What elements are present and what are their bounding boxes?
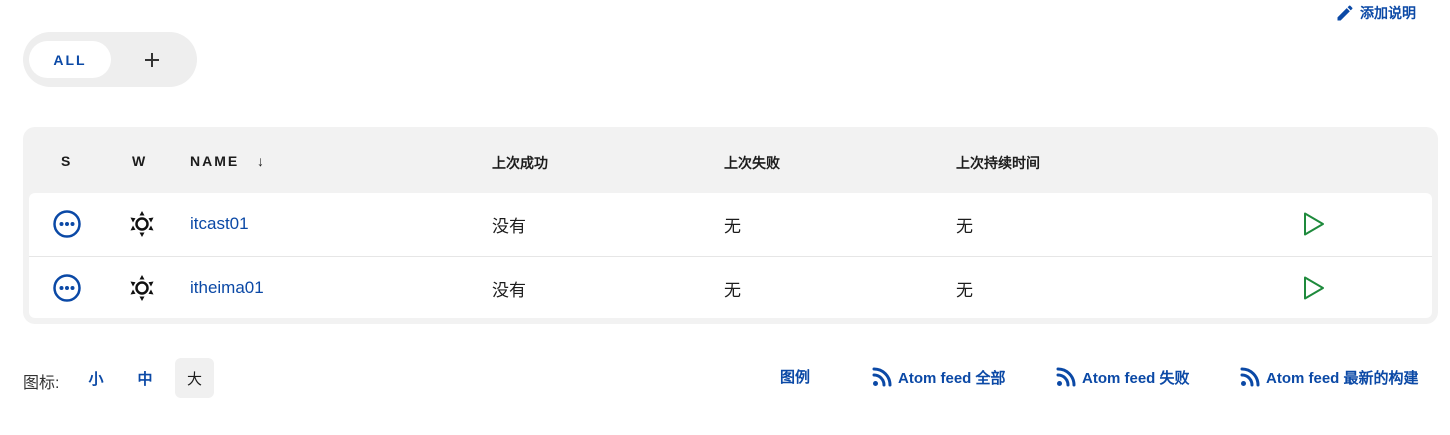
table-footer: 图标: 小 中 大 图例 Atom feed 全部 Atom feed 失败 A…: [23, 357, 1423, 399]
weather-sunny-icon: [127, 257, 157, 318]
status-not-built-icon[interactable]: [52, 193, 82, 255]
last-duration-value: 无: [956, 216, 973, 236]
tab-all[interactable]: ALL: [29, 41, 111, 78]
rss-icon: [1240, 367, 1260, 387]
plus-icon: [145, 52, 159, 67]
last-failure-value: 无: [724, 280, 741, 300]
column-header-last-success[interactable]: 上次成功: [492, 153, 548, 173]
atom-feed-failed-link[interactable]: Atom feed 失败: [1055, 366, 1190, 388]
atom-feed-failed-label: Atom feed 失败: [1082, 369, 1190, 387]
atom-feed-all-link[interactable]: Atom feed 全部: [871, 366, 1006, 388]
icon-size-large[interactable]: 大: [175, 358, 214, 398]
legend-label: 图例: [780, 369, 811, 386]
table-header: S W NAME ↓ 上次成功 上次失败 上次持续时间: [23, 127, 1438, 193]
table-row: itheima01 没有 无 无: [29, 256, 1432, 318]
atom-feed-all-label: Atom feed 全部: [898, 369, 1006, 387]
atom-feed-latest-link[interactable]: Atom feed 最新的构建: [1239, 366, 1419, 388]
rss-icon: [872, 367, 892, 387]
column-header-status[interactable]: S: [61, 153, 72, 169]
add-description-link[interactable]: 添加说明: [1335, 3, 1416, 23]
run-build-button[interactable]: [1302, 257, 1326, 318]
rss-icon: [1056, 367, 1076, 387]
last-success-value: 没有: [492, 280, 526, 300]
last-success-value: 没有: [492, 216, 526, 236]
icon-size-medium[interactable]: 中: [126, 358, 164, 398]
sort-arrow: ↓: [257, 153, 264, 169]
jobs-table: S W NAME ↓ 上次成功 上次失败 上次持续时间 itcast01 没有 …: [23, 127, 1438, 324]
status-not-built-icon[interactable]: [52, 257, 82, 318]
weather-sunny-icon: [127, 193, 157, 255]
play-icon: [1304, 212, 1324, 236]
last-duration-value: 无: [956, 280, 973, 300]
add-description-label: 添加说明: [1360, 5, 1416, 21]
column-header-last-duration[interactable]: 上次持续时间: [956, 153, 1040, 173]
legend-link[interactable]: 图例: [780, 366, 810, 387]
atom-feed-latest-label: Atom feed 最新的构建: [1266, 369, 1419, 387]
icon-size-label: 图标:: [23, 375, 60, 392]
job-name-link[interactable]: itheima01: [190, 257, 264, 318]
column-header-name[interactable]: NAME: [190, 153, 239, 169]
column-header-last-failure[interactable]: 上次失败: [724, 153, 780, 173]
table-body: itcast01 没有 无 无 itheima01 没有 无 无: [29, 193, 1432, 318]
pencil-icon: [1337, 5, 1353, 21]
last-failure-value: 无: [724, 216, 741, 236]
job-name-link[interactable]: itcast01: [190, 193, 249, 255]
column-header-weather[interactable]: W: [132, 153, 147, 169]
table-row: itcast01 没有 无 无: [29, 193, 1432, 255]
icon-size-small[interactable]: 小: [77, 358, 115, 398]
run-build-button[interactable]: [1302, 193, 1326, 255]
view-tabs: ALL: [23, 32, 197, 87]
play-icon: [1304, 276, 1324, 300]
add-view-button[interactable]: [111, 41, 193, 78]
